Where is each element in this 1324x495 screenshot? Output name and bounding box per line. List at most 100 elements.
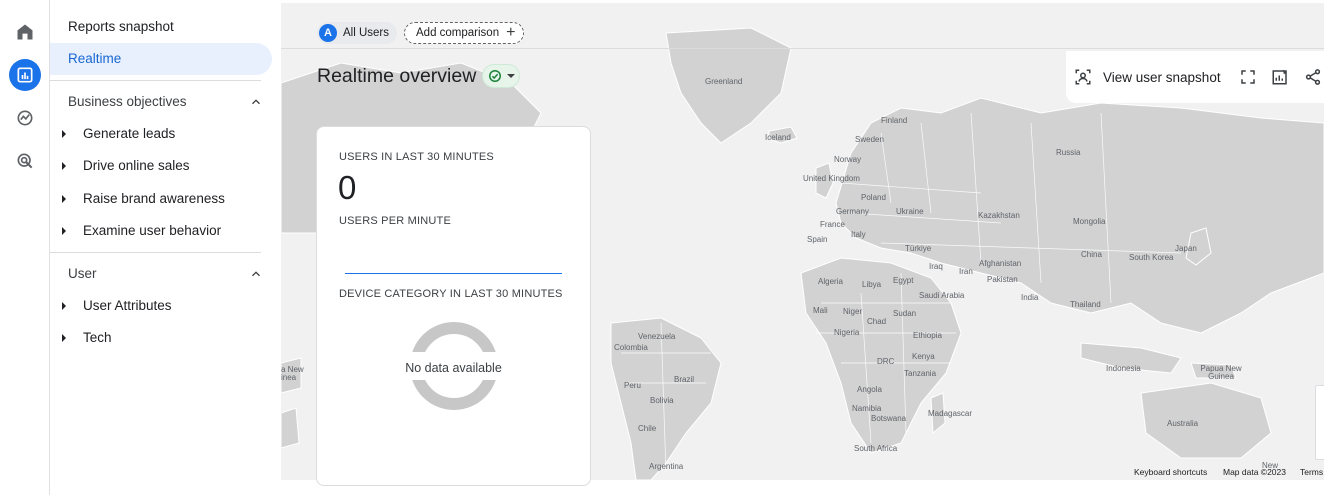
page-toolbar: View user snapshot <box>1066 51 1324 103</box>
map-label: Angola <box>857 385 882 394</box>
fullscreen-icon[interactable] <box>1238 67 1258 87</box>
map-label: Spain <box>807 235 828 244</box>
reports-icon[interactable] <box>9 59 41 91</box>
map-label: Tanzania <box>904 369 937 378</box>
map-label: Norway <box>834 155 862 164</box>
users-per-minute-label: USERS PER MINUTE <box>339 215 451 227</box>
keyboard-shortcuts-link[interactable]: Keyboard shortcuts <box>1134 467 1207 477</box>
all-users-chip[interactable]: A All Users <box>317 22 398 44</box>
check-circle-icon <box>488 70 501 82</box>
map-label: Japan <box>1175 244 1197 253</box>
nav-item-tech[interactable]: Tech <box>62 330 112 345</box>
chevron-up-icon[interactable] <box>249 95 263 109</box>
map-label: Finland <box>881 116 908 125</box>
map-label: Libya <box>862 280 882 289</box>
nav-section-user[interactable]: User <box>68 266 263 281</box>
map-label: Iran <box>959 267 973 276</box>
map-label: Chile <box>638 424 657 433</box>
map-label: Venezuela <box>638 332 676 341</box>
map-label: China <box>1081 250 1102 259</box>
map-data-attribution: Map data ©2023 <box>1223 467 1286 477</box>
nav-divider <box>50 80 261 81</box>
view-user-snapshot-button[interactable]: View user snapshot <box>1074 68 1221 86</box>
map-label: Saudi Arabia <box>919 291 965 300</box>
nav-reports-snapshot[interactable]: Reports snapshot <box>68 19 174 34</box>
map-label: Türkiye <box>905 244 932 253</box>
no-data-message: No data available <box>405 361 502 375</box>
nav-section-title: User <box>68 266 97 281</box>
nav-realtime[interactable]: Realtime <box>50 43 272 75</box>
map-label: United Kingdom <box>803 174 860 183</box>
nav-item-generate-leads[interactable]: Generate leads <box>62 126 175 141</box>
advertising-icon[interactable] <box>9 145 41 177</box>
explore-icon[interactable] <box>9 102 41 134</box>
device-category-label: DEVICE CATEGORY IN LAST 30 MINUTES <box>339 288 563 300</box>
map-label: Brazil <box>674 375 695 384</box>
customize-report-icon[interactable] <box>1270 67 1290 87</box>
map-label: Australia <box>1167 419 1199 428</box>
map-label: Afghanistan <box>979 259 1022 268</box>
map-label: Pakistan <box>987 275 1018 284</box>
map-label: Egypt <box>893 276 914 285</box>
segment-letter-badge: A <box>319 24 337 42</box>
map-label: Argentina <box>649 462 684 471</box>
caret-down-icon <box>506 74 515 78</box>
reports-nav: Reports snapshot Realtime Business objec… <box>50 0 281 495</box>
terms-link[interactable]: Terms <box>1300 467 1323 477</box>
home-icon[interactable] <box>9 16 41 48</box>
map-label: inea <box>281 373 297 382</box>
segment-label: All Users <box>343 27 390 39</box>
chevron-up-icon[interactable] <box>249 267 263 281</box>
map-label: Sudan <box>893 309 917 318</box>
nav-item-label: Drive online sales <box>83 158 190 173</box>
map-label: South Africa <box>854 444 898 453</box>
comparison-bar: A All Users Add comparison + <box>281 20 1324 50</box>
page-header: Realtime overview <box>317 64 521 88</box>
data-status-dropdown[interactable] <box>482 64 521 88</box>
map-label: Botswana <box>871 414 907 423</box>
map-label: Colombia <box>614 343 648 352</box>
view-user-snapshot-label: View user snapshot <box>1103 69 1221 85</box>
map-label: Namibia <box>852 404 882 413</box>
nav-item-raise-brand-awareness[interactable]: Raise brand awareness <box>62 191 225 206</box>
map-label: Mongolia <box>1073 217 1106 226</box>
map-label: Algeria <box>818 277 843 286</box>
nav-item-drive-online-sales[interactable]: Drive online sales <box>62 158 190 173</box>
map-label: Chad <box>867 317 887 326</box>
map-label: Iraq <box>929 262 943 271</box>
add-comparison-button[interactable]: Add comparison + <box>404 22 525 44</box>
map-label: Madagascar <box>928 409 973 418</box>
map-label: Peru <box>624 381 641 390</box>
header-divider <box>281 48 1324 49</box>
map-label: Germany <box>836 207 869 216</box>
users-last-30-value: 0 <box>338 169 357 206</box>
map-label: Sweden <box>855 135 884 144</box>
plus-icon: + <box>506 24 516 41</box>
map-label: India <box>1021 293 1039 302</box>
map-label: Niger <box>843 307 863 316</box>
users-last-30-label: USERS IN LAST 30 MINUTES <box>339 151 494 163</box>
nav-item-label: Examine user behavior <box>83 223 222 238</box>
add-comparison-label: Add comparison <box>416 27 500 39</box>
map-label: Greenland <box>705 77 743 86</box>
users-per-minute-chart[interactable] <box>345 273 562 274</box>
map-label: Kenya <box>912 352 935 361</box>
nav-section-title: Business objectives <box>68 94 187 109</box>
nav-item-user-attributes[interactable]: User Attributes <box>62 298 172 313</box>
map-label: South Korea <box>1129 253 1174 262</box>
expand-arrow-icon <box>62 301 66 310</box>
nav-section-business-objectives[interactable]: Business objectives <box>68 94 263 109</box>
map-label: Nigeria <box>834 328 860 337</box>
expand-arrow-icon <box>62 226 66 235</box>
map-zoom-control[interactable] <box>1315 385 1324 460</box>
map-label: Poland <box>861 193 886 202</box>
share-icon[interactable] <box>1303 67 1323 87</box>
map-label: Kazakhstan <box>978 211 1020 220</box>
expand-arrow-icon <box>62 333 66 342</box>
map-label: France <box>820 220 845 229</box>
expand-arrow-icon <box>62 194 66 203</box>
nav-divider <box>50 252 261 253</box>
nav-item-examine-user-behavior[interactable]: Examine user behavior <box>62 223 221 238</box>
expand-arrow-icon <box>62 129 66 138</box>
map-label: Thailand <box>1070 300 1101 309</box>
